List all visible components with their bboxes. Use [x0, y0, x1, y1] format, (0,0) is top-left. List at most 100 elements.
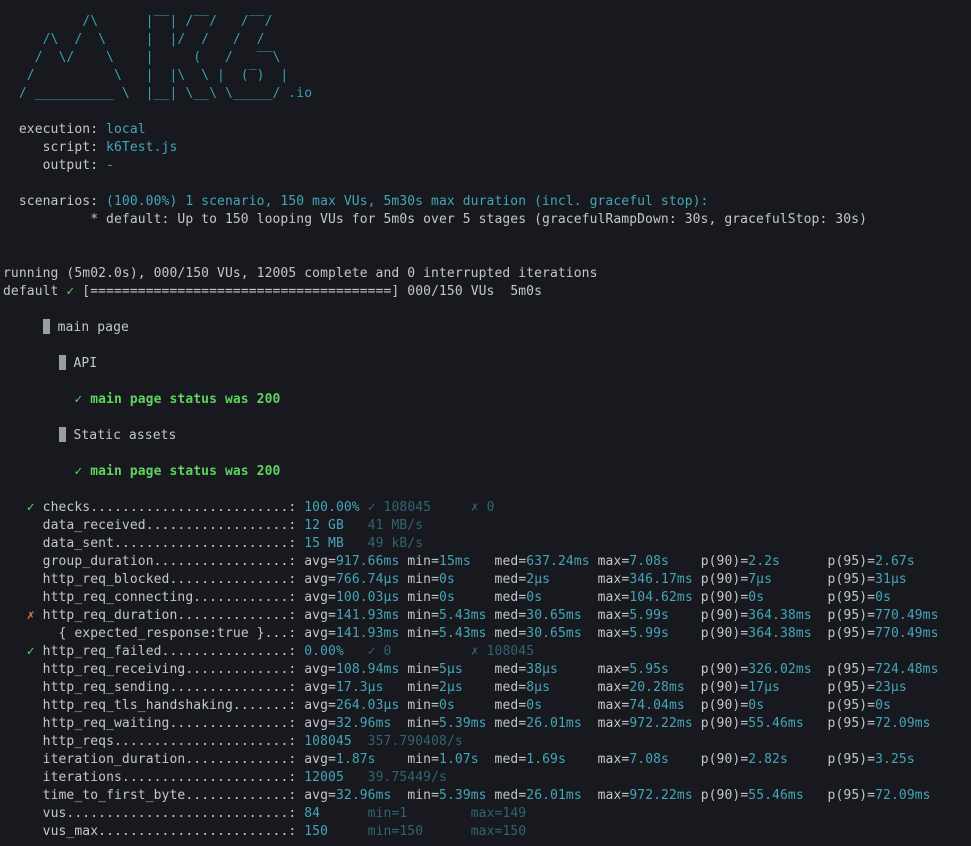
metric-name: http_req_receiving.............: — [42, 662, 305, 677]
stat-value: 72.09ms — [875, 716, 931, 731]
stat-value: 637.24ms — [526, 554, 590, 569]
stat-key: med= — [494, 590, 527, 605]
check-label: ✓ main page status was 200 — [74, 464, 281, 479]
metric-row: ✓ checks.........................: 100.0… — [3, 499, 971, 517]
metric-extra: min=1 — [367, 806, 408, 821]
stat-key: p(90)= — [700, 626, 749, 641]
stat-value: 917.66ms — [335, 554, 400, 569]
logo-line: / \/ \ | ( / ‾‾\ — [3, 50, 297, 65]
stat-key: p(90)= — [700, 590, 749, 605]
stat-key: med= — [494, 788, 527, 803]
stat-key: med= — [494, 680, 527, 695]
stat-value: 100.03µs — [335, 590, 400, 605]
progress-bar: [======================================] — [74, 284, 400, 299]
stat-value: 7.08s — [629, 554, 669, 569]
stat-key: max= — [597, 716, 630, 731]
pass-icon: ✓ — [26, 644, 35, 659]
stat-value: 2µs — [439, 680, 463, 695]
stat-key: avg= — [304, 662, 336, 677]
stat-value: 364.38ms — [748, 608, 812, 623]
stat-key: max= — [597, 788, 630, 803]
stat-key: p(90)= — [700, 698, 749, 713]
stat-key: min= — [407, 716, 440, 731]
metric-name: data_sent......................: — [42, 536, 305, 551]
stat-key: min= — [407, 554, 440, 569]
stat-key: max= — [597, 698, 630, 713]
logo-line: /\ |‾‾| /‾‾/ /‾‾/ — [3, 14, 297, 29]
stat-key: avg= — [304, 680, 336, 695]
metric-name: http_req_tls_handshaking.......: — [42, 698, 305, 713]
metric-value: 108045 — [304, 734, 352, 749]
metric-row: http_req_tls_handshaking.......: avg=264… — [3, 697, 971, 715]
stat-value: 31µs — [875, 572, 907, 587]
stat-key: med= — [494, 572, 527, 587]
metric-value: 12005 — [304, 770, 344, 785]
stat-value: 0s — [875, 698, 891, 713]
stat-value: 770.49ms — [875, 626, 939, 641]
metric-extra: 39.75449/s — [367, 770, 447, 785]
script-line: script: k6Test.js — [3, 139, 971, 157]
stat-value: 7.08s — [629, 752, 669, 767]
metric-name: http_req_sending...............: — [42, 680, 305, 695]
stat-key: min= — [407, 572, 440, 587]
metric-name: http_reqs......................: — [42, 734, 305, 749]
stat-value: 2.67s — [875, 554, 915, 569]
logo-line-last: / __________ \ |__| \__\ \_____/ .io — [3, 85, 971, 103]
metric-extra: 41 MB/s — [367, 518, 424, 533]
metric-name: checks.........................: — [42, 500, 305, 515]
stat-value: 104.62ms — [629, 590, 693, 605]
stat-value: 141.93ms — [335, 608, 400, 623]
metric-row: iteration_duration.............: avg=1.8… — [3, 751, 971, 769]
stat-key: min= — [407, 590, 440, 605]
stat-key: p(95)= — [827, 572, 876, 587]
script-label: script: — [3, 140, 107, 155]
metric-value: 15 MB — [304, 536, 344, 551]
metric-row: http_req_sending...............: avg=17.… — [3, 679, 971, 697]
running-status: running (5m02.0s), 000/150 VUs, 12005 co… — [3, 266, 598, 281]
stat-value: 5.99s — [629, 626, 669, 641]
metric-extra: ✗ 108045 — [470, 644, 535, 659]
stat-value: 0s — [439, 698, 455, 713]
logo-line: / \ | |\ \ | (‾) | — [3, 68, 297, 83]
stat-value: 5.95s — [629, 662, 669, 677]
metric-name: http_req_blocked...............: — [42, 572, 305, 587]
group-label: Static assets — [73, 428, 177, 443]
metric-name: http_req_waiting...............: — [42, 716, 305, 731]
k6-logo: /\ |‾‾| /‾‾/ /‾‾/ /\ / \ | |/ / / / / \/… — [3, 13, 971, 103]
output-line: output: - — [3, 157, 971, 175]
stat-key: med= — [494, 698, 527, 713]
stat-value: 15ms — [439, 554, 471, 569]
